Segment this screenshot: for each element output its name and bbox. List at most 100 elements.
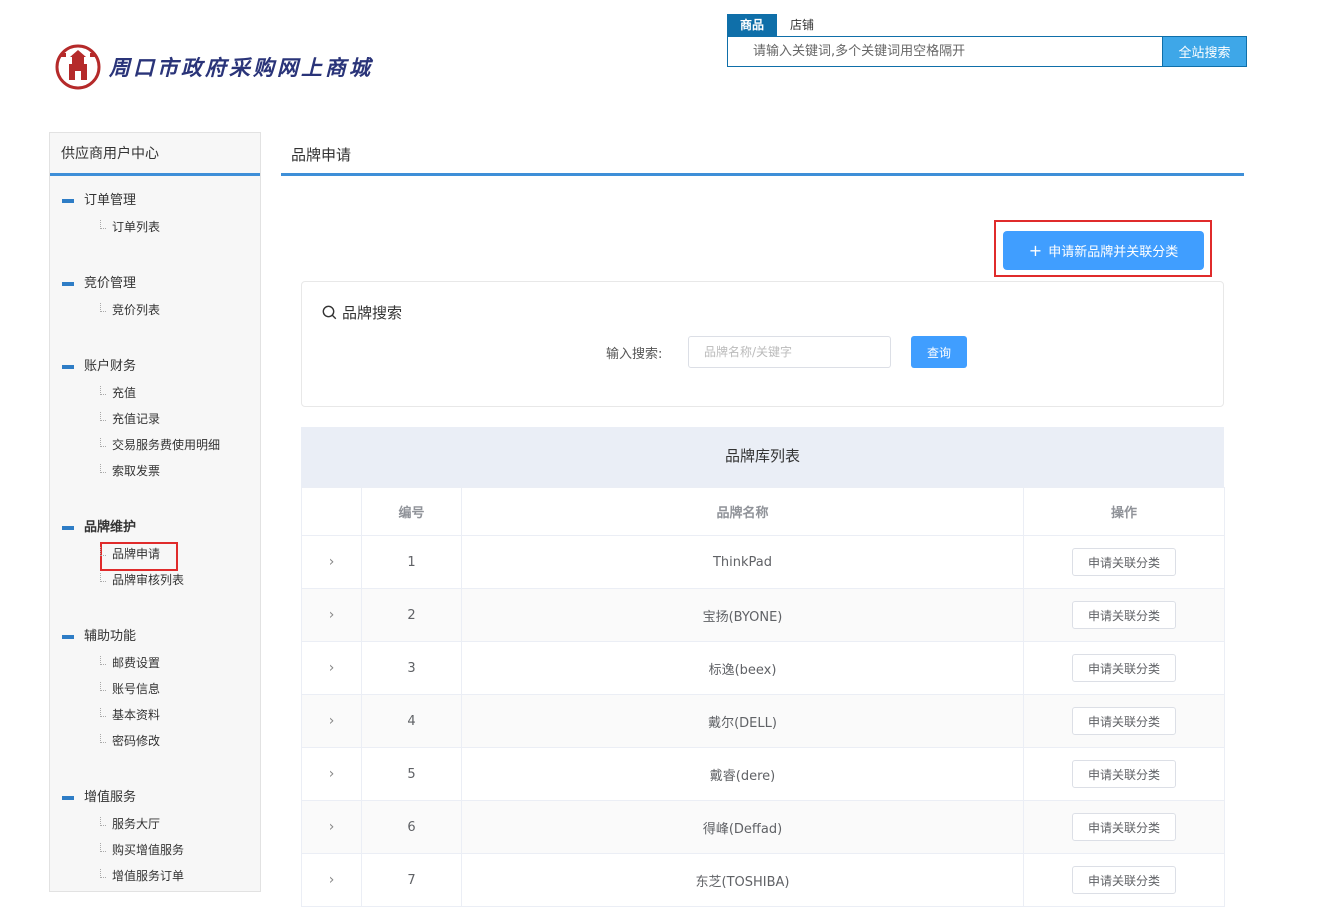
search-tab-goods[interactable]: 商品	[727, 14, 778, 36]
brand-name-cell: 宝扬(BYONE)	[461, 588, 1024, 642]
chevron-right-icon[interactable]: ›	[329, 607, 335, 623]
sidebar-item-order-list[interactable]: 订单列表	[50, 214, 260, 240]
apply-category-button[interactable]: 申请关联分类	[1072, 760, 1176, 788]
apply-category-button[interactable]: 申请关联分类	[1072, 601, 1176, 629]
sidebar-item-basic-profile[interactable]: 基本资料	[50, 702, 260, 728]
sidebar-item-label: 基本资料	[112, 708, 161, 722]
sidebar-item-postage-settings[interactable]: 邮费设置	[50, 650, 260, 676]
column-header-expand	[301, 487, 362, 536]
minus-icon	[62, 526, 74, 530]
chevron-right-icon[interactable]: ›	[329, 872, 335, 888]
action-cell: 申请关联分类	[1023, 588, 1225, 642]
sidebar-item-service-hall[interactable]: 服务大厅	[50, 811, 260, 837]
sidebar-item-bid-list[interactable]: 竞价列表	[50, 297, 260, 323]
table-row: › 5 戴睿(dere) 申请关联分类	[301, 747, 1225, 801]
sidebar-item-label: 邮费设置	[112, 656, 161, 670]
query-button[interactable]: 查询	[911, 336, 967, 368]
global-search-input[interactable]	[727, 36, 1162, 67]
apply-category-button[interactable]: 申请关联分类	[1072, 707, 1176, 735]
chevron-right-icon[interactable]: ›	[329, 819, 335, 835]
tree-connector-icon	[100, 656, 106, 665]
tree-connector-icon	[100, 869, 106, 878]
menu-group-title-brand[interactable]: 品牌维护	[50, 515, 260, 541]
tree-connector-icon	[100, 220, 106, 229]
table-title: 品牌库列表	[301, 427, 1224, 487]
menu-group-title-finance[interactable]: 账户财务	[50, 354, 260, 380]
brand-id-cell: 5	[361, 747, 462, 801]
brand-id-cell: 6	[361, 800, 462, 854]
menu-group-title-value-added[interactable]: 增值服务	[50, 785, 260, 811]
sidebar-item-recharge-records[interactable]: 充值记录	[50, 406, 260, 432]
chevron-right-icon[interactable]: ›	[329, 660, 335, 676]
sidebar-item-value-added-orders[interactable]: 增值服务订单	[50, 863, 260, 889]
apply-category-button[interactable]: 申请关联分类	[1072, 548, 1176, 576]
minus-icon	[62, 199, 74, 203]
sidebar-item-account-info[interactable]: 账号信息	[50, 676, 260, 702]
action-cell: 申请关联分类	[1023, 694, 1225, 748]
chevron-right-icon[interactable]: ›	[329, 766, 335, 782]
expand-cell: ›	[301, 853, 362, 907]
expand-cell: ›	[301, 641, 362, 695]
sidebar-item-brand-apply[interactable]: 品牌申请	[50, 541, 260, 571]
brand-search-card: 品牌搜索 输入搜索: 查询	[301, 281, 1224, 407]
chevron-right-icon[interactable]: ›	[329, 554, 335, 570]
plus-icon: +	[1028, 241, 1043, 260]
sidebar-item-service-fee-details[interactable]: 交易服务费使用明细	[50, 432, 260, 458]
brand-name-cell: 戴尔(DELL)	[461, 694, 1024, 748]
sidebar-item-label: 增值服务订单	[112, 869, 185, 883]
sidebar-item-label: 账号信息	[112, 682, 161, 696]
brand-search-input[interactable]	[688, 336, 891, 368]
site-logo[interactable]: 周口市政府采购网上商城	[55, 44, 373, 90]
menu-group-brand: 品牌维护 品牌申请 品牌审核列表	[50, 515, 260, 593]
brand-id-cell: 2	[361, 588, 462, 642]
menu-group-label: 订单管理	[84, 193, 137, 208]
search-tab-shops[interactable]: 店铺	[777, 14, 827, 36]
sidebar-item-request-invoice[interactable]: 索取发票	[50, 458, 260, 484]
sidebar-item-label: 充值记录	[112, 412, 161, 426]
menu-group-finance: 账户财务 充值 充值记录 交易服务费使用明细 索取发票	[50, 354, 260, 484]
brand-id-cell: 3	[361, 641, 462, 695]
sidebar-item-label: 竞价列表	[112, 303, 161, 317]
apply-category-button[interactable]: 申请关联分类	[1072, 866, 1176, 894]
tree-connector-icon	[100, 386, 106, 395]
sidebar-item-recharge[interactable]: 充值	[50, 380, 260, 406]
menu-group-title-auxiliary[interactable]: 辅助功能	[50, 624, 260, 650]
chevron-right-icon[interactable]: ›	[329, 713, 335, 729]
expand-cell: ›	[301, 535, 362, 589]
menu-group-title-bidding[interactable]: 竞价管理	[50, 271, 260, 297]
tree-connector-icon	[100, 843, 106, 852]
minus-icon	[62, 282, 74, 286]
table-header-row: 编号 品牌名称 操作	[301, 487, 1225, 536]
brand-library-table: 品牌库列表 编号 品牌名称 操作 › 1 ThinkPad 申请关联分类 › 2 宝扬(BY…	[301, 427, 1225, 907]
column-header-brand-name: 品牌名称	[461, 487, 1024, 536]
sidebar-item-brand-review-list[interactable]: 品牌审核列表	[50, 567, 260, 593]
expand-cell: ›	[301, 588, 362, 642]
menu-group-orders: 订单管理 订单列表	[50, 188, 260, 240]
global-search-button[interactable]: 全站搜索	[1162, 36, 1247, 67]
action-cell: 申请关联分类	[1023, 641, 1225, 695]
tree-connector-icon	[100, 547, 106, 556]
highlight-box: + 申请新品牌并关联分类	[994, 220, 1212, 277]
expand-cell: ›	[301, 694, 362, 748]
brand-name-cell: 得峰(Deffad)	[461, 800, 1024, 854]
city-emblem-icon	[55, 44, 101, 90]
column-header-id: 编号	[361, 487, 462, 536]
apply-new-brand-label: 申请新品牌并关联分类	[1048, 245, 1179, 260]
apply-category-button[interactable]: 申请关联分类	[1072, 654, 1176, 682]
brand-name-cell: ThinkPad	[461, 535, 1024, 589]
sidebar-item-buy-value-added[interactable]: 购买增值服务	[50, 837, 260, 863]
sidebar: 供应商用户中心 订单管理 订单列表 竞价管理 竞价列表 账户财务 充值 充值记录…	[49, 132, 261, 892]
expand-cell: ›	[301, 747, 362, 801]
apply-new-brand-button[interactable]: + 申请新品牌并关联分类	[1003, 231, 1204, 270]
menu-group-title-orders[interactable]: 订单管理	[50, 188, 260, 214]
table-row: › 7 东芝(TOSHIBA) 申请关联分类	[301, 853, 1225, 907]
apply-category-button[interactable]: 申请关联分类	[1072, 813, 1176, 841]
page-title-bar: 品牌申请	[281, 132, 1244, 176]
sidebar-item-label: 购买增值服务	[112, 843, 185, 857]
tree-connector-icon	[100, 708, 106, 717]
brand-search-heading: 品牌搜索	[322, 302, 402, 323]
sidebar-item-change-password[interactable]: 密码修改	[50, 728, 260, 754]
menu-group-bidding: 竞价管理 竞价列表	[50, 271, 260, 323]
minus-icon	[62, 365, 74, 369]
table-row: › 6 得峰(Deffad) 申请关联分类	[301, 800, 1225, 854]
